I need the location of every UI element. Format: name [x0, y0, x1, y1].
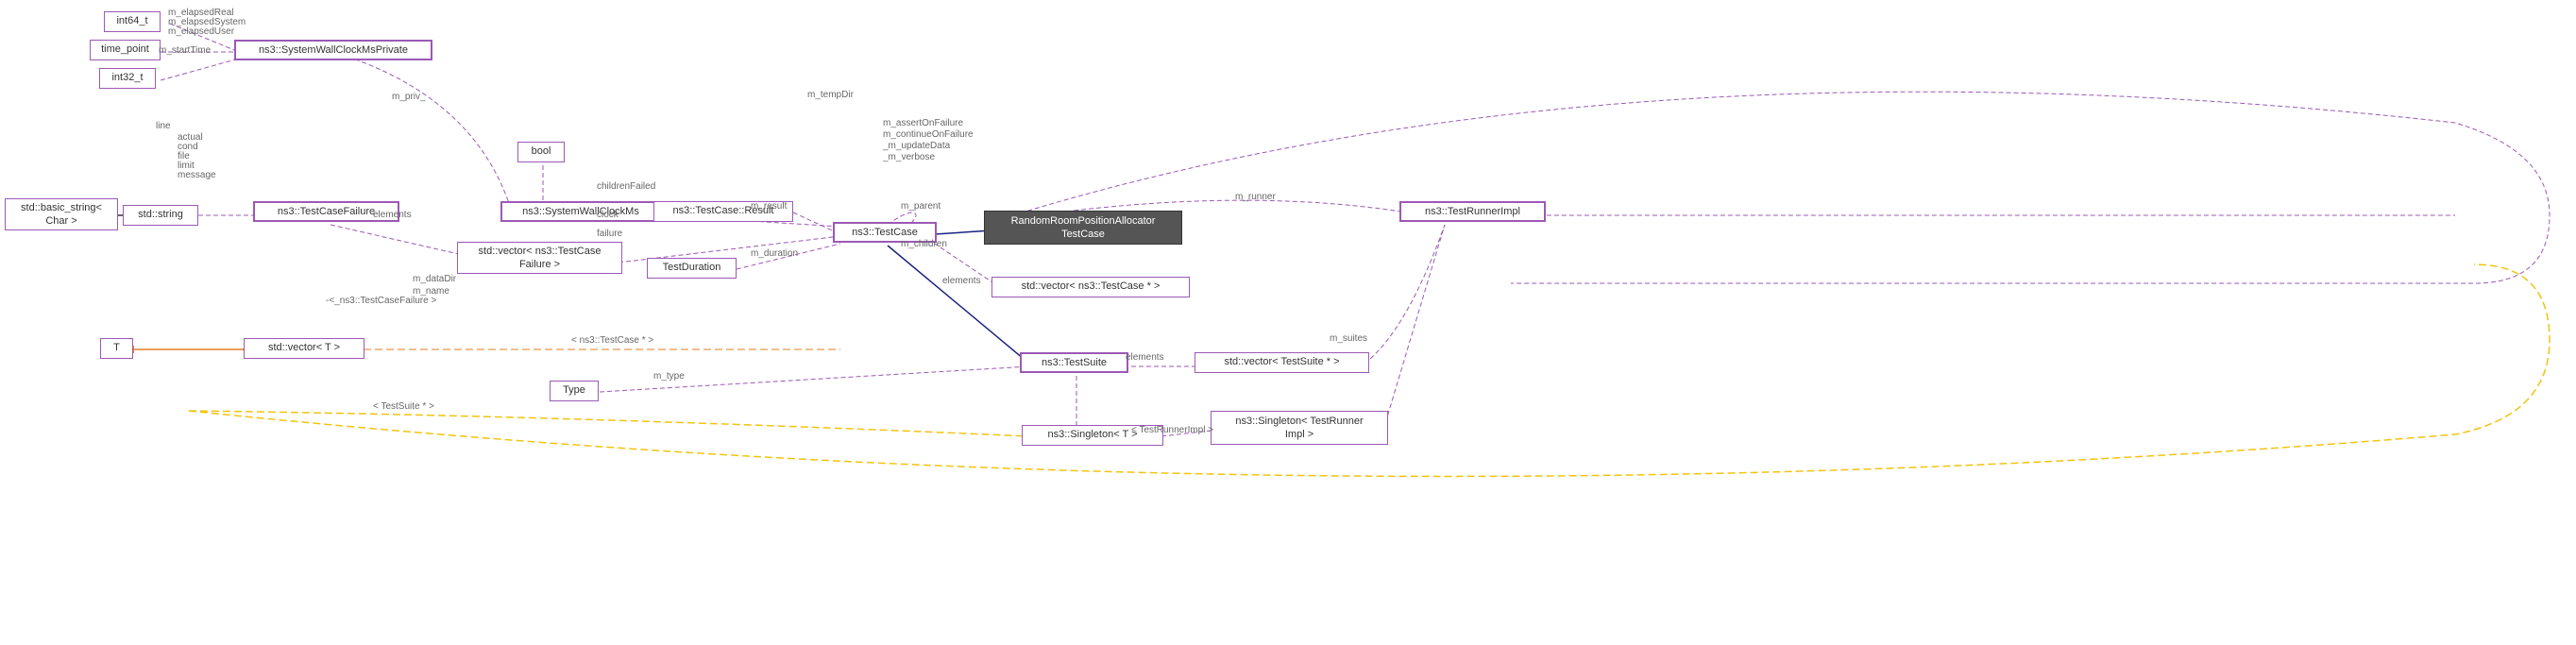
test-runner-impl-node: ns3::TestRunnerImpl: [1399, 201, 1546, 222]
label-message: message: [178, 170, 216, 180]
label-m-type: m_type: [653, 371, 685, 382]
label-test-suite-tmpl: < TestSuite * >: [373, 401, 434, 412]
label-m-result: m_result: [751, 201, 787, 212]
label-start-time: m_startTime: [159, 45, 211, 56]
test-suite-node: ns3::TestSuite: [1020, 352, 1128, 373]
label-test-case-failure-tmpl: -<_ns3::TestCaseFailure >: [326, 296, 436, 306]
label-line: line: [156, 121, 171, 131]
label-clock: clock: [597, 210, 619, 220]
vector-test-case-failure-node: std::vector< ns3::TestCaseFailure >: [457, 242, 622, 274]
label-m-duration: m_duration: [751, 248, 798, 259]
singleton-testrunner-node: ns3::Singleton< TestRunnerImpl >: [1211, 411, 1388, 445]
label-failure: failure: [597, 229, 622, 239]
diagram-edges: [0, 0, 2576, 645]
vector-test-case-ptr-node: std::vector< ns3::TestCase * >: [991, 277, 1190, 297]
label-test-runner-tmpl: < TestRunnerImpl >: [1131, 425, 1213, 435]
time-point-node: time_point: [90, 40, 161, 60]
vector-t-node: std::vector< T >: [244, 338, 364, 359]
std-basic-string-node: std::basic_string<Char >: [5, 198, 118, 230]
label-m-update-data: _m_updateData: [883, 141, 950, 151]
bool-node: bool: [517, 142, 565, 162]
type-node: Type: [550, 381, 599, 401]
label-elements-2: elements: [942, 276, 981, 286]
int64-t-node: int64_t: [104, 11, 161, 32]
label-test-case-ptr-tmpl: < ns3::TestCase * >: [571, 335, 653, 346]
label-children-failed: childrenFailed: [597, 181, 655, 192]
label-m-suites: m_suites: [1330, 333, 1367, 344]
int32-t-node: int32_t: [99, 68, 156, 89]
label-m-children: m_children: [901, 239, 947, 249]
label-m-data-dir: m_dataDir: [413, 274, 456, 284]
label-m-temp-dir: m_tempDir: [807, 90, 854, 100]
label-m-continue-on-failure: m_continueOnFailure: [883, 129, 974, 140]
system-wall-clock-ms-node: ns3::SystemWallClockMs: [500, 201, 661, 222]
vector-test-suite-ptr-node: std::vector< TestSuite * >: [1195, 352, 1369, 373]
std-string-node: std::string: [123, 205, 198, 226]
label-elapsed-user: m_elapsedUser: [168, 26, 234, 37]
label-elements-1: elements: [373, 210, 412, 220]
label-m-runner: m_runner: [1235, 192, 1276, 202]
label-m-parent: m_parent: [901, 201, 941, 212]
test-duration-node: TestDuration: [647, 258, 737, 279]
random-room-node: RandomRoomPositionAllocatorTestCase: [984, 211, 1182, 245]
diagram-container: int64_t time_point int32_t ns3::SystemWa…: [0, 0, 2576, 645]
system-wall-clock-private-node: ns3::SystemWallClockMsPrivate: [234, 40, 432, 60]
label-m-assert-on-failure: m_assertOnFailure: [883, 118, 963, 128]
label-m-priv: m_priv_: [392, 92, 426, 102]
t-node: T: [100, 338, 133, 359]
label-m-verbose: _m_verbose: [883, 152, 935, 162]
label-elements-3: elements: [1126, 352, 1164, 363]
